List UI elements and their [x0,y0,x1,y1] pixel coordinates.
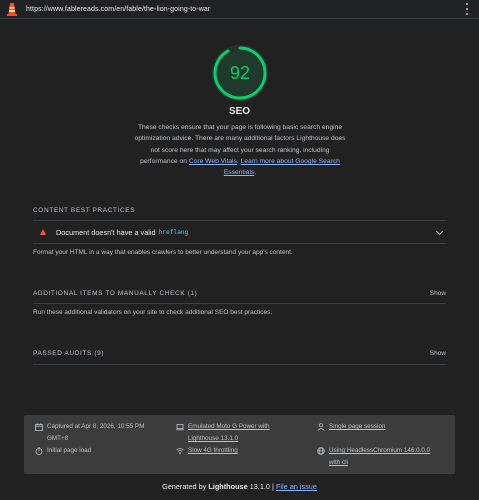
browser-cli-link[interactable]: with cli [329,459,348,466]
captured-at-item: Captured at Apr 8, 2026, 10:55 PM GMT+8 [35,421,144,445]
throttling-item: Slow 4G throttling [176,445,238,457]
session-link[interactable]: Single page session [329,421,385,433]
divider [33,303,446,304]
lighthouse-version-link[interactable]: Lighthouse 13.1.0 [188,435,238,442]
globe-icon [317,447,325,455]
initial-load-text: Initial page load [47,447,92,454]
passed-audits-heading[interactable]: PASSED AUDITS (9) [33,350,104,357]
wifi-icon [176,448,184,455]
fail-triangle-icon [40,229,46,235]
chevron-down-icon[interactable] [435,227,444,236]
generated-by: Generated by Lighthouse 13.1.0 | File an… [0,482,479,491]
manual-checks-heading[interactable]: ADDITIONAL ITEMS TO MANUALLY CHECK (1) [33,290,197,297]
person-icon [317,423,325,431]
manual-checks-show-button[interactable]: Show [430,290,446,297]
content-best-practices-description: Format your HTML in a way that enables c… [33,249,293,256]
top-bar: https://www.fablereads.com/en/fable/the-… [0,0,479,19]
more-options-icon[interactable] [465,3,468,15]
divider [33,220,446,221]
description-end-period: . [254,169,257,177]
session-item: Single page session [317,421,385,433]
generated-product: Lighthouse [208,482,248,491]
content-best-practices-heading: CONTENT BEST PRACTICES [33,207,136,214]
passed-audits-show-button[interactable]: Show [430,350,446,357]
category-description: These checks ensure that your page is fo… [133,122,347,178]
calendar-icon [35,423,43,431]
file-an-issue-link[interactable]: File an issue [276,482,317,491]
captured-at-timezone: GMT+8 [47,435,69,442]
captured-at-text: Captured at Apr 8, 2026, 10:55 PM [47,423,145,430]
category-title: SEO [228,106,251,117]
run-environment-panel: Captured at Apr 8, 2026, 10:55 PM GMT+8 I… [24,415,455,474]
core-web-vitals-link[interactable]: Core Web Vitals [189,158,237,165]
divider [33,364,446,365]
laptop-icon [176,424,184,431]
score-value: 92 [229,62,251,83]
audit-title: Document doesn't have a valid [56,227,156,237]
hreflang-audit[interactable]: Document doesn't have a valid hreflang [33,222,446,242]
description-period: . [236,157,239,165]
device-item: Emulated Moto G Power with Lighthouse 13.… [176,421,270,445]
browser-version-link[interactable]: Using HeadlessChromium 146.0.0.0 [329,447,430,454]
audit-code: hreflang [158,228,189,236]
learn-more-link[interactable]: Learn more about Google Search Essential… [224,158,340,176]
throttling-link[interactable]: Slow 4G throttling [188,445,238,457]
browser-item: Using HeadlessChromium 146.0.0.0 with cli [317,445,430,469]
timer-icon [35,447,43,455]
manual-checks-description: Run these additional validators on your … [33,309,273,316]
lighthouse-logo-icon [7,3,17,16]
initial-load-item: Initial page load [35,445,91,457]
generated-version: 13.1.0 | [249,482,274,491]
device-emulation-link[interactable]: Emulated Moto G Power with [188,423,270,430]
page-url[interactable]: https://www.fablereads.com/en/fable/the-… [26,6,210,13]
generated-prefix: Generated by [162,482,207,491]
divider [33,243,446,244]
